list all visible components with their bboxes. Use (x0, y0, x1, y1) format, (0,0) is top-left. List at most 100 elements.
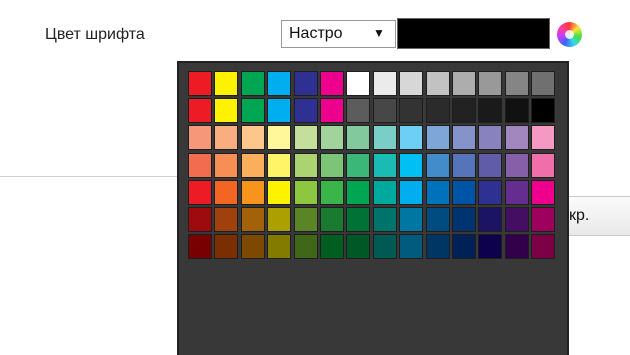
color-cell[interactable] (399, 125, 424, 151)
color-cell[interactable] (188, 152, 212, 178)
color-wheel-icon[interactable] (557, 22, 582, 47)
color-cell[interactable] (425, 234, 450, 260)
color-cell[interactable] (504, 234, 529, 260)
color-cell[interactable] (320, 234, 344, 260)
color-cell[interactable] (240, 207, 265, 232)
color-cell[interactable] (346, 152, 371, 178)
color-cell[interactable] (531, 98, 556, 124)
color-cell[interactable] (504, 179, 529, 205)
color-cell[interactable] (478, 125, 503, 151)
color-cell[interactable] (504, 71, 529, 96)
color-cell[interactable] (214, 152, 239, 178)
color-cell[interactable] (293, 125, 318, 151)
color-cell[interactable] (531, 71, 556, 96)
color-cell[interactable] (188, 71, 212, 96)
color-cell[interactable] (267, 152, 292, 178)
color-cell[interactable] (531, 152, 556, 178)
color-cell[interactable] (346, 234, 371, 260)
color-cell[interactable] (478, 179, 503, 205)
color-cell[interactable] (346, 71, 371, 96)
color-cell[interactable] (346, 207, 371, 232)
color-cell[interactable] (293, 179, 318, 205)
current-color-swatch[interactable] (397, 18, 550, 49)
color-cell[interactable] (240, 152, 265, 178)
color-cell[interactable] (240, 234, 265, 260)
color-cell[interactable] (240, 179, 265, 205)
color-cell[interactable] (399, 71, 424, 96)
color-cell[interactable] (346, 179, 371, 205)
color-cell[interactable] (531, 207, 556, 232)
color-cell[interactable] (214, 179, 239, 205)
color-cell[interactable] (293, 152, 318, 178)
color-cell[interactable] (320, 179, 344, 205)
color-cell[interactable] (504, 207, 529, 232)
color-cell[interactable] (452, 207, 476, 232)
color-cell[interactable] (320, 71, 344, 96)
color-cell[interactable] (372, 71, 397, 96)
color-cell[interactable] (240, 125, 265, 151)
color-cell[interactable] (504, 152, 529, 178)
color-cell[interactable] (188, 234, 212, 260)
color-cell[interactable] (425, 125, 450, 151)
color-cell[interactable] (452, 98, 476, 124)
color-cell[interactable] (372, 234, 397, 260)
color-cell[interactable] (478, 71, 503, 96)
color-cell[interactable] (478, 234, 503, 260)
color-cell[interactable] (214, 98, 239, 124)
color-cell[interactable] (267, 71, 292, 96)
color-cell[interactable] (188, 179, 212, 205)
color-cell[interactable] (188, 125, 212, 151)
color-cell[interactable] (346, 125, 371, 151)
color-cell[interactable] (372, 207, 397, 232)
color-cell[interactable] (452, 71, 476, 96)
color-cell[interactable] (372, 98, 397, 124)
color-cell[interactable] (425, 152, 450, 178)
color-cell[interactable] (425, 207, 450, 232)
color-cell[interactable] (267, 125, 292, 151)
color-cell[interactable] (188, 98, 212, 124)
color-cell[interactable] (320, 125, 344, 151)
color-cell[interactable] (214, 234, 239, 260)
color-cell[interactable] (399, 152, 424, 178)
color-cell[interactable] (240, 71, 265, 96)
color-cell[interactable] (478, 152, 503, 178)
color-cell[interactable] (399, 234, 424, 260)
color-cell[interactable] (531, 125, 556, 151)
color-cell[interactable] (293, 207, 318, 232)
color-cell[interactable] (188, 207, 212, 232)
color-cell[interactable] (214, 207, 239, 232)
color-cell[interactable] (452, 179, 476, 205)
color-cell[interactable] (478, 98, 503, 124)
color-cell[interactable] (372, 125, 397, 151)
color-cell[interactable] (320, 152, 344, 178)
color-cell[interactable] (240, 98, 265, 124)
color-mode-select[interactable]: Настро ▼ (281, 20, 396, 48)
color-cell[interactable] (320, 207, 344, 232)
color-cell[interactable] (399, 207, 424, 232)
color-cell[interactable] (346, 98, 371, 124)
color-cell[interactable] (504, 125, 529, 151)
color-cell[interactable] (425, 179, 450, 205)
color-cell[interactable] (372, 179, 397, 205)
color-cell[interactable] (267, 98, 292, 124)
color-cell[interactable] (425, 71, 450, 96)
color-cell[interactable] (531, 179, 556, 205)
color-cell[interactable] (214, 71, 239, 96)
color-cell[interactable] (293, 71, 318, 96)
color-cell[interactable] (399, 179, 424, 205)
color-cell[interactable] (293, 98, 318, 124)
color-cell[interactable] (452, 234, 476, 260)
color-cell[interactable] (478, 207, 503, 232)
color-cell[interactable] (399, 98, 424, 124)
color-cell[interactable] (452, 125, 476, 151)
color-cell[interactable] (504, 98, 529, 124)
color-cell[interactable] (425, 98, 450, 124)
color-cell[interactable] (531, 234, 556, 260)
color-cell[interactable] (214, 125, 239, 151)
color-cell[interactable] (267, 234, 292, 260)
color-cell[interactable] (372, 152, 397, 178)
color-cell[interactable] (293, 234, 318, 260)
color-cell[interactable] (267, 207, 292, 232)
color-cell[interactable] (267, 179, 292, 205)
color-cell[interactable] (452, 152, 476, 178)
